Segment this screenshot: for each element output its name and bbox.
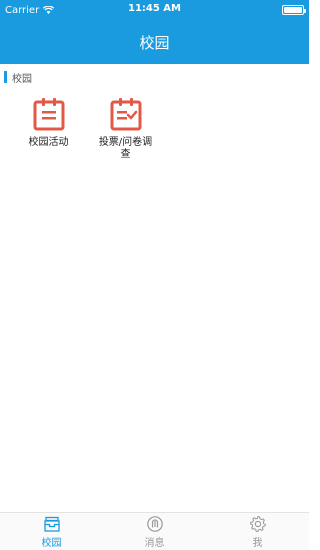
feature-grid: 校园活动 投票/问卷调查 — [0, 94, 309, 161]
tab-messages[interactable]: 消息 — [103, 513, 206, 550]
grid-item-label: 投票/问卷调查 — [98, 137, 153, 160]
inbox-tray-icon — [43, 516, 60, 532]
page-title: 校园 — [139, 33, 170, 52]
grid-item-label: 校园活动 — [28, 137, 69, 148]
top-header: Carrier 11:45 AM 校园 — [0, 0, 309, 64]
section-header: 校园 — [0, 66, 309, 88]
tab-campus[interactable]: 校园 — [0, 513, 103, 550]
grid-item-vote-survey[interactable]: 投票/问卷调查 — [87, 94, 164, 161]
tab-me[interactable]: 我 — [206, 513, 309, 550]
tab-bar: 校园 消息 我 — [0, 512, 309, 550]
tab-label: 我 — [252, 537, 263, 549]
status-time: 11:45 AM — [127, 3, 181, 14]
grid-item-campus-activity[interactable]: 校园活动 — [10, 94, 87, 161]
tab-label: 消息 — [144, 537, 165, 549]
tab-label: 校园 — [41, 537, 62, 549]
clipboard-list-icon — [33, 98, 64, 131]
clipboard-check-icon — [110, 98, 141, 131]
battery-icon — [282, 5, 306, 15]
status-bar: Carrier 11:45 AM — [0, 0, 309, 20]
section-title: 校园 — [12, 73, 32, 85]
section-accent-bar — [4, 71, 7, 83]
message-circle-icon — [146, 515, 163, 532]
gear-icon — [249, 515, 266, 532]
